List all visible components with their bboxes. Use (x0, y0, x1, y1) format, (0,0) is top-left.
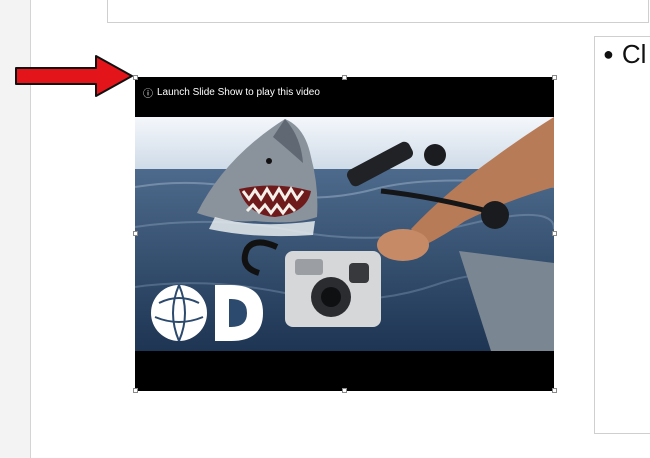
resize-handle-top-middle[interactable] (342, 75, 347, 80)
red-arrow-icon (15, 55, 133, 97)
resize-handle-bottom-right[interactable] (552, 388, 557, 393)
resize-handle-middle-left[interactable] (133, 231, 138, 236)
resize-handle-bottom-left[interactable] (133, 388, 138, 393)
bullet-item: ● Cl (603, 39, 646, 70)
content-placeholder[interactable]: ● Cl (594, 36, 650, 434)
video-object[interactable]: ⓘ Launch Slide Show to play this video (135, 77, 554, 391)
bullet-dot-icon: ● (603, 44, 614, 64)
video-banner-text: Launch Slide Show to play this video (157, 86, 320, 98)
video-thumbnail (135, 117, 554, 351)
video-banner: ⓘ Launch Slide Show to play this video (135, 77, 554, 107)
resize-handle-middle-right[interactable] (552, 231, 557, 236)
title-placeholder[interactable] (107, 0, 649, 23)
resize-handle-bottom-middle[interactable] (342, 388, 347, 393)
info-icon: ⓘ (143, 88, 153, 100)
bullet-text: Cl (621, 39, 647, 69)
resize-handle-top-right[interactable] (552, 75, 557, 80)
